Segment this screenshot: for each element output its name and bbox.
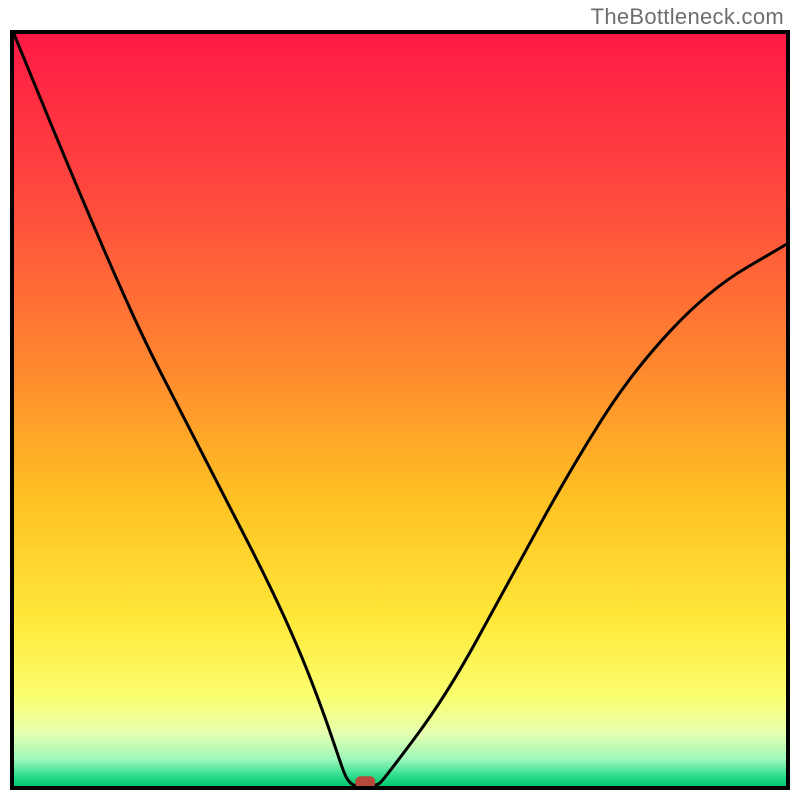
- minimum-marker: [355, 776, 375, 786]
- watermark-text: TheBottleneck.com: [591, 4, 784, 30]
- chart-svg: [14, 34, 786, 786]
- chart-plot-area: [14, 34, 786, 786]
- chart-background: [14, 34, 786, 786]
- chart-frame: [10, 30, 790, 790]
